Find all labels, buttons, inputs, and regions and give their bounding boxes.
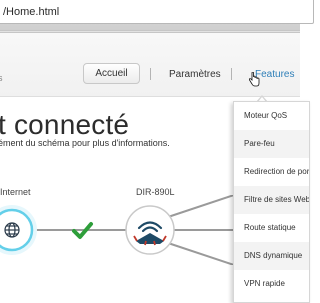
hand-cursor-icon: [249, 72, 260, 87]
nav-separator: [231, 68, 232, 80]
brand-fragment: s: [0, 73, 3, 83]
features-dropdown: Moteur QoS Pare-feu Redirection de port …: [233, 101, 310, 303]
nav-separator: [150, 68, 151, 80]
browser-toolbar: /Home.html: [0, 0, 314, 30]
address-text: /Home.html: [3, 6, 60, 18]
connection-line: [167, 242, 238, 265]
tab-features[interactable]: Features: [255, 69, 294, 80]
menu-item-quick-vpn[interactable]: VPN rapide: [234, 270, 309, 298]
connection-line: [167, 195, 238, 218]
menu-item-qos[interactable]: Moteur QoS: [234, 102, 309, 130]
menu-item-static-route[interactable]: Route statique: [234, 214, 309, 242]
tab-home[interactable]: Accueil: [83, 63, 140, 84]
header-divider: [0, 96, 300, 97]
menu-item-website-filter[interactable]: Filtre de sites Web: [234, 186, 309, 214]
router-node[interactable]: [125, 205, 175, 255]
internet-node[interactable]: [0, 205, 37, 255]
diagram-hint: ément du schéma pour plus d'informations…: [0, 138, 170, 148]
menu-item-port-forwarding[interactable]: Redirection de port: [234, 158, 309, 186]
menu-item-dynamic-dns[interactable]: DNS dynamique: [234, 242, 309, 270]
connection-status-heading: t connecté: [0, 109, 130, 140]
address-bar[interactable]: /Home.html: [0, 0, 314, 24]
tab-settings[interactable]: Paramètres: [169, 69, 221, 80]
menu-item-firewall[interactable]: Pare-feu: [234, 130, 309, 158]
